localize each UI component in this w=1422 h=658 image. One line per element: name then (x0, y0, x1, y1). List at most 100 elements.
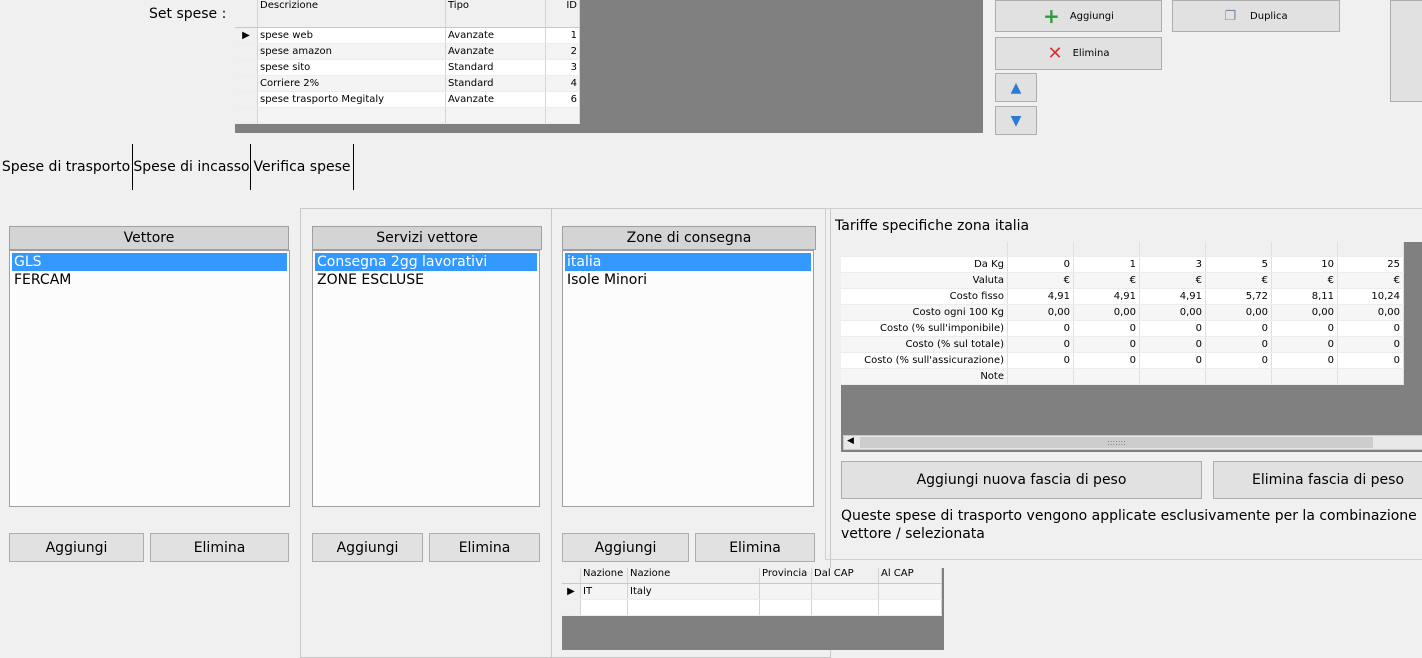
servizi-elimina-button[interactable]: Elimina (429, 533, 540, 562)
cell-tipo[interactable]: Standard (445, 59, 546, 76)
tariffe-cell[interactable]: 4,91 (1007, 288, 1074, 305)
list-item[interactable]: ZONE ESCLUSE (315, 271, 537, 289)
column-header-nazione-name[interactable]: Nazione (627, 568, 760, 584)
tariffe-cell[interactable] (1271, 368, 1338, 385)
column-header-dal-cap[interactable]: Dal CAP (811, 568, 879, 584)
move-up-button[interactable]: ▲ (995, 73, 1037, 102)
tariffe-cell[interactable]: 0 (1139, 336, 1206, 353)
tariffe-cell[interactable]: € (1007, 272, 1074, 289)
table-row[interactable]: spese sito Standard 3 (235, 59, 580, 76)
set-spese-grid[interactable]: Descrizione Tipo ID ▶ spese web Avanzate… (235, 0, 983, 133)
tariffe-cell[interactable]: 0 (1073, 352, 1140, 369)
tariffe-row[interactable]: Note (841, 368, 1404, 385)
tariffe-row[interactable]: Costo ogni 100 Kg 0,00 0,00 0,00 0,00 0,00 0,0… (841, 304, 1404, 321)
table-row[interactable]: ▶ IT Italy (562, 583, 942, 600)
column-header-al-cap[interactable]: Al CAP (878, 568, 942, 584)
column-header-tipo[interactable]: Tipo (445, 0, 546, 28)
table-row[interactable]: Corriere 2% Standard 4 (235, 75, 580, 92)
tariffe-cell[interactable]: 0,00 (1073, 304, 1140, 321)
tariffe-cell[interactable]: 0 (1139, 352, 1206, 369)
table-row[interactable]: spese trasporto Megitaly Avanzate 6 (235, 91, 580, 108)
cell-provincia[interactable] (759, 583, 812, 600)
tariffe-cell[interactable]: 4,91 (1073, 288, 1140, 305)
cell-tipo[interactable]: Avanzate (445, 27, 546, 44)
tariffe-cell[interactable] (1073, 368, 1140, 385)
tariffe-cell[interactable]: 0 (1007, 336, 1074, 353)
list-item[interactable]: Consegna 2gg lavorativi (315, 253, 537, 271)
tariffe-cell[interactable]: 3 (1139, 256, 1206, 273)
tariffe-row[interactable]: Costo (% sul totale) 0 0 0 0 0 0 (841, 336, 1404, 353)
table-row[interactable]: ▶ spese web Avanzate 1 (235, 27, 580, 44)
tariffe-cell[interactable]: 0 (1073, 320, 1140, 337)
vettore-list[interactable]: GLS FERCAM (9, 250, 290, 507)
cell-descrizione[interactable]: spese amazon (257, 43, 446, 60)
cell-descrizione[interactable]: spese trasporto Megitaly (257, 91, 446, 108)
tariffe-cell[interactable]: 5,72 (1205, 288, 1272, 305)
tariffe-cell[interactable]: € (1337, 272, 1404, 289)
tariffe-row[interactable]: Valuta € € € € € € (841, 272, 1404, 289)
nazioni-grid[interactable]: Nazione Nazione Provincia Dal CAP Al CAP… (562, 568, 944, 650)
elimina-fascia-button[interactable]: Elimina fascia di peso (1213, 461, 1422, 499)
scrollbar-thumb[interactable]: ::::::: (860, 437, 1373, 448)
tariffe-cell[interactable] (1139, 368, 1206, 385)
column-header-nazione-code[interactable]: Nazione (580, 568, 628, 584)
aggiungi-set-button[interactable]: + Aggiungi (995, 0, 1162, 32)
tariffe-cell[interactable]: 0,00 (1271, 304, 1338, 321)
tariffe-cell[interactable] (1007, 368, 1074, 385)
cell-tipo[interactable]: Standard (445, 75, 546, 92)
tariffe-cell[interactable]: € (1205, 272, 1272, 289)
tariffe-cell[interactable]: 0 (1337, 336, 1404, 353)
column-header-provincia[interactable]: Provincia (759, 568, 812, 584)
cell-id[interactable]: 1 (545, 27, 580, 44)
tariffe-cell[interactable]: 5 (1205, 256, 1272, 273)
tariffe-cell[interactable]: 4,91 (1139, 288, 1206, 305)
tariffe-row[interactable]: Da Kg 0 1 3 5 10 25 (841, 256, 1404, 273)
cell-dal-cap[interactable] (811, 583, 879, 600)
side-button[interactable] (1390, 0, 1422, 102)
cell-tipo[interactable]: Avanzate (445, 91, 546, 108)
tariffe-cell[interactable]: 0 (1007, 352, 1074, 369)
move-down-button[interactable]: ▼ (995, 106, 1037, 135)
cell-al-cap[interactable] (878, 583, 942, 600)
zone-aggiungi-button[interactable]: Aggiungi (562, 533, 689, 562)
servizi-list[interactable]: Consegna 2gg lavorativi ZONE ESCLUSE (312, 250, 540, 507)
horizontal-scrollbar[interactable]: ◀ ::::::: (843, 435, 1422, 450)
cell-id[interactable]: 3 (545, 59, 580, 76)
duplica-set-button[interactable]: ❐ Duplica (1172, 0, 1340, 32)
tariffe-cell[interactable]: 25 (1337, 256, 1404, 273)
cell-id[interactable]: 6 (545, 91, 580, 108)
table-row[interactable] (235, 107, 580, 124)
column-header-descrizione[interactable]: Descrizione (257, 0, 446, 28)
tariffe-cell[interactable]: 0 (1205, 320, 1272, 337)
tariffe-cell[interactable] (1205, 368, 1272, 385)
vettore-elimina-button[interactable]: Elimina (150, 533, 289, 562)
cell-id[interactable]: 4 (545, 75, 580, 92)
tariffe-cell[interactable]: 0,00 (1205, 304, 1272, 321)
tab-spese-di-trasporto[interactable]: Spese di trasporto (0, 144, 133, 190)
tariffe-row[interactable]: Costo (% sull'assicurazione) 0 0 0 0 0 0 (841, 352, 1404, 369)
tariffe-row[interactable]: Costo fisso 4,91 4,91 4,91 5,72 8,11 10,24 (841, 288, 1404, 305)
tariffe-cell[interactable]: € (1073, 272, 1140, 289)
tariffe-cell[interactable]: € (1271, 272, 1338, 289)
zone-elimina-button[interactable]: Elimina (695, 533, 815, 562)
cell-nazione-name[interactable]: Italy (627, 583, 760, 600)
tariffe-cell[interactable]: 8,11 (1271, 288, 1338, 305)
tariffe-cell[interactable]: 0,00 (1139, 304, 1206, 321)
tariffe-cell[interactable]: 0 (1337, 352, 1404, 369)
tariffe-cell[interactable]: € (1139, 272, 1206, 289)
cell-descrizione[interactable]: spese web (257, 27, 446, 44)
tariffe-cell[interactable]: 0 (1139, 320, 1206, 337)
tab-verifica-spese[interactable]: Verifica spese (251, 144, 354, 190)
tariffe-row[interactable]: Costo (% sull'imponibile) 0 0 0 0 0 0 (841, 320, 1404, 337)
cell-nazione-code[interactable]: IT (580, 583, 628, 600)
cell-descrizione[interactable]: spese sito (257, 59, 446, 76)
list-item[interactable]: italia (565, 253, 811, 271)
elimina-set-button[interactable]: ✕ Elimina (995, 37, 1162, 70)
scroll-left-icon[interactable]: ◀ (847, 436, 854, 446)
tariffe-cell[interactable]: 1 (1073, 256, 1140, 273)
tariffe-cell[interactable] (1337, 368, 1404, 385)
list-item[interactable]: Isole Minori (565, 271, 811, 289)
vettore-aggiungi-button[interactable]: Aggiungi (9, 533, 144, 562)
cell-descrizione[interactable]: Corriere 2% (257, 75, 446, 92)
tab-spese-di-incasso[interactable]: Spese di incasso (133, 144, 251, 190)
